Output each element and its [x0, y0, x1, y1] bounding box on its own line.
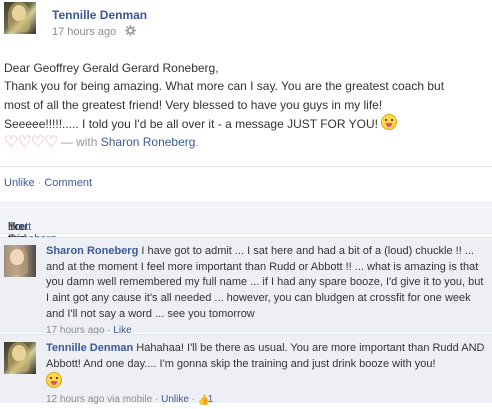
- comment-item: Tennille Denman Hahahaa! I'll be there a…: [0, 334, 492, 406]
- comment-via: via mobile: [104, 394, 153, 406]
- comment-separator: ·: [152, 394, 162, 406]
- post-message: Dear Geoffrey Gerald Gerard Roneberg, Th…: [4, 59, 488, 152]
- comment-timestamp[interactable]: 12 hours ago: [46, 394, 104, 405]
- comment-item: Sharon Roneberg I have got to admit ... …: [0, 237, 492, 336]
- post-actions: Unlike · Comment: [4, 177, 92, 189]
- message-line: Dear Geoffrey Gerald Gerard Roneberg,: [4, 61, 219, 75]
- unlike-link[interactable]: Unlike: [161, 394, 189, 405]
- post-header: Tennille Denman 17 hours ago: [0, 0, 492, 46]
- emoji-tongue-icon: [381, 113, 398, 130]
- message-tag-line: ♡♡♡♡ — with Sharon Roneberg.: [4, 133, 488, 152]
- post-timestamp[interactable]: 17 hours ago: [52, 26, 116, 38]
- message-line-text: Seeeee!!!!!..... I told you I'd be all o…: [4, 116, 379, 131]
- avatar[interactable]: [4, 245, 36, 277]
- like-summary: You and Brett Roneberg like this.: [0, 202, 492, 245]
- with-prefix: — with: [57, 135, 101, 150]
- post-author[interactable]: Tennille Denman: [52, 8, 147, 22]
- action-separator: ·: [34, 177, 45, 189]
- unlike-link[interactable]: Unlike: [4, 177, 35, 189]
- heart-icons: ♡♡♡♡: [4, 134, 58, 152]
- comment-body: Sharon Roneberg I have got to admit ... …: [46, 244, 489, 339]
- comment-separator: ·: [188, 394, 198, 406]
- comment-author-link[interactable]: Sharon Roneberg: [46, 245, 138, 257]
- message-line: most of all the greatest friend! Very bl…: [4, 97, 383, 112]
- message-line: Thank you for being amazing. What more c…: [4, 79, 445, 94]
- avatar[interactable]: [4, 342, 36, 374]
- comment-body: Tennille Denman Hahahaa! I'll be there a…: [46, 341, 489, 408]
- message-line: Seeeee!!!!!..... I told you I'd be all o…: [4, 113, 488, 133]
- tagged-user-link[interactable]: Sharon Roneberg: [101, 135, 196, 149]
- comment-author-link[interactable]: Tennille Denman: [46, 342, 133, 354]
- gear-icon[interactable]: [125, 25, 136, 36]
- divider: [0, 166, 492, 167]
- comment-meta: 12 hours ago via mobile · Unlike · 👍1: [46, 392, 489, 408]
- avatar[interactable]: [4, 2, 36, 34]
- emoji-tongue-icon: [46, 372, 62, 389]
- comment-like-count[interactable]: 1: [208, 394, 214, 405]
- tag-period: .: [195, 135, 199, 150]
- comment-link[interactable]: Comment: [44, 177, 92, 189]
